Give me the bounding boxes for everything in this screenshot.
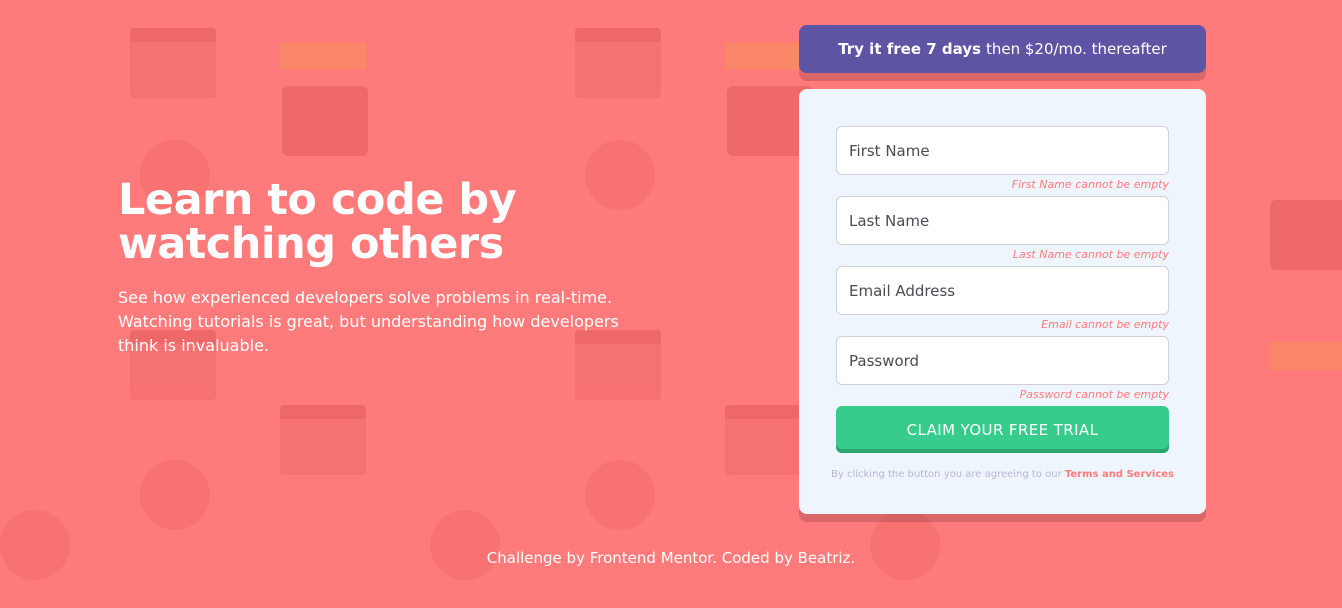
gear-icon xyxy=(585,460,655,530)
first-name-input[interactable] xyxy=(836,126,1169,175)
promo-banner: Try it free 7 days then $20/mo. thereaft… xyxy=(799,25,1206,73)
email-field: Email cannot be empty xyxy=(836,266,1169,336)
gear-icon xyxy=(140,460,210,530)
hero-section: Learn to code by watching others See how… xyxy=(118,178,738,358)
wheel-icon xyxy=(430,510,500,580)
attribution-text: Challenge by Frontend Mentor. Coded by B… xyxy=(486,549,856,567)
promo-text: then $20/mo. thereafter xyxy=(985,40,1167,58)
browser-window-icon xyxy=(575,28,661,98)
phone-icon xyxy=(1270,200,1342,270)
browser-search-icon xyxy=(280,405,366,475)
footer: Challenge by Frontend Mentor. Coded by B… xyxy=(0,549,1342,567)
last-name-error: Last Name cannot be empty xyxy=(1012,248,1169,261)
bar-chart-icon xyxy=(280,0,366,70)
browser-window-icon xyxy=(130,28,216,98)
last-name-field: Last Name cannot be empty xyxy=(836,196,1169,266)
terms-notice: By clicking the button you are agreeing … xyxy=(828,469,1177,480)
signup-form: First Name cannot be empty Last Name can… xyxy=(799,89,1206,514)
promo-bold-text: Try it free 7 days xyxy=(838,40,981,58)
terms-link[interactable]: Terms and Services xyxy=(1065,469,1174,480)
hero-description: See how experienced developers solve pro… xyxy=(118,288,619,355)
claim-trial-button[interactable]: CLAIM YOUR FREE TRIAL xyxy=(836,406,1169,453)
wheel-icon xyxy=(0,510,70,580)
password-field: Password cannot be empty xyxy=(836,336,1169,406)
first-name-error: First Name cannot be empty xyxy=(1011,178,1169,191)
hero-title: Learn to code by watching others xyxy=(118,175,517,269)
first-name-field: First Name cannot be empty xyxy=(836,126,1169,196)
toolbox-icon xyxy=(282,86,368,156)
email-input[interactable] xyxy=(836,266,1169,315)
terms-text: By clicking the button you are agreeing … xyxy=(831,469,1062,480)
wheel-icon xyxy=(870,510,940,580)
last-name-input[interactable] xyxy=(836,196,1169,245)
email-error: Email cannot be empty xyxy=(1041,318,1169,331)
password-input[interactable] xyxy=(836,336,1169,385)
password-error: Password cannot be empty xyxy=(1019,388,1169,401)
bar-chart-icon xyxy=(1270,300,1342,370)
